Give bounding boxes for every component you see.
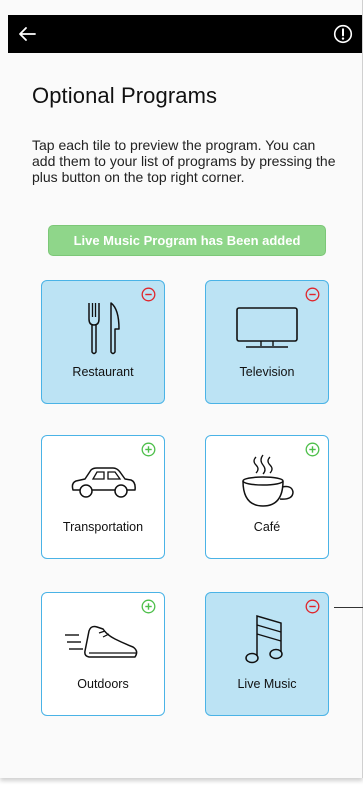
banner-text: Live Music Program has Been added xyxy=(73,233,301,248)
page-title: Optional Programs xyxy=(32,83,218,108)
added-notification-banner: Live Music Program has Been added xyxy=(48,225,326,256)
tile-label: Outdoors xyxy=(77,677,129,691)
back-button[interactable] xyxy=(14,21,40,47)
tile-restaurant[interactable]: Restaurant xyxy=(41,280,165,404)
page-description: Tap each tile to preview the program. Yo… xyxy=(32,137,336,185)
tile-television[interactable]: Television xyxy=(205,280,329,404)
tile-label: Café xyxy=(253,520,281,534)
tile-label: Restaurant xyxy=(72,365,134,379)
tile-label: Television xyxy=(239,365,295,379)
tile-label: Live Music xyxy=(237,677,297,691)
fork-knife-icon xyxy=(88,302,120,355)
arrow-left-icon xyxy=(19,27,36,41)
tile-transportation[interactable]: Transportation xyxy=(41,435,165,559)
tile-live-music[interactable]: Live Music xyxy=(205,592,329,716)
music-note-icon xyxy=(245,615,283,664)
annotation-connector-line xyxy=(334,607,363,608)
main-content: Optional Programs Tap each tile to previ… xyxy=(8,53,362,778)
top-bar xyxy=(8,15,362,53)
coffee-cup-icon xyxy=(242,454,294,507)
tile-cafe[interactable]: Café xyxy=(205,435,329,559)
car-icon xyxy=(71,467,136,498)
running-shoe-icon xyxy=(65,625,138,658)
phone-frame: Optional Programs Tap each tile to previ… xyxy=(0,0,363,778)
television-icon xyxy=(236,307,298,348)
info-circle-icon xyxy=(333,24,353,44)
tile-label: Transportation xyxy=(62,520,144,534)
tile-outdoors[interactable]: Outdoors xyxy=(41,592,165,716)
info-button[interactable] xyxy=(330,21,356,47)
